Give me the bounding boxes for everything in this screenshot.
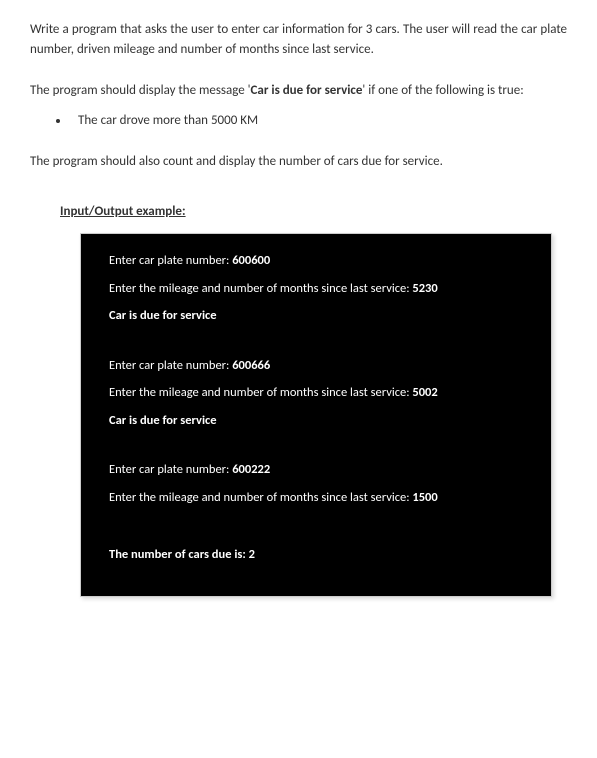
condition-paragraph: The program should display the message '… <box>30 81 567 101</box>
plate-value: 600600 <box>232 253 270 268</box>
plate-prompt: Enter car plate number: <box>109 358 232 373</box>
condition-bold-message: Car is due for service <box>251 83 363 98</box>
console-output: Enter car plate number: 600600 Enter the… <box>80 233 552 597</box>
plate-value: 600666 <box>232 358 270 373</box>
due-message: Car is due for service <box>109 412 523 430</box>
count-paragraph: The program should also count and displa… <box>30 152 567 172</box>
console-line: Enter the mileage and number of months s… <box>109 280 523 298</box>
mileage-prompt: Enter the mileage and number of months s… <box>109 281 412 296</box>
result-label: The number of cars due is: <box>109 547 249 562</box>
console-line: Enter the mileage and number of months s… <box>109 489 523 507</box>
mileage-value: 5230 <box>412 281 437 296</box>
condition-bullet: The car drove more than 5000 KM <box>70 111 567 131</box>
due-message: Car is due for service <box>109 307 523 325</box>
result-line: The number of cars due is: 2 <box>109 546 523 564</box>
mileage-prompt: Enter the mileage and number of months s… <box>109 490 412 505</box>
plate-value: 600222 <box>232 462 270 477</box>
example-heading: Input/Output example: <box>60 202 567 222</box>
mileage-value: 1500 <box>412 490 437 505</box>
mileage-value: 5002 <box>412 385 437 400</box>
conditions-list: The car drove more than 5000 KM <box>70 111 567 131</box>
console-line: Enter the mileage and number of months s… <box>109 384 523 402</box>
console-line: Enter car plate number: 600666 <box>109 357 523 375</box>
intro-paragraph: Write a program that asks the user to en… <box>30 20 567 59</box>
mileage-prompt: Enter the mileage and number of months s… <box>109 385 412 400</box>
plate-prompt: Enter car plate number: <box>109 462 232 477</box>
condition-suffix: ' if one of the following is true: <box>362 83 523 98</box>
result-count: 2 <box>249 547 255 562</box>
plate-prompt: Enter car plate number: <box>109 253 232 268</box>
console-line: Enter car plate number: 600222 <box>109 461 523 479</box>
console-line: Enter car plate number: 600600 <box>109 252 523 270</box>
condition-prefix: The program should display the message ' <box>30 83 251 98</box>
